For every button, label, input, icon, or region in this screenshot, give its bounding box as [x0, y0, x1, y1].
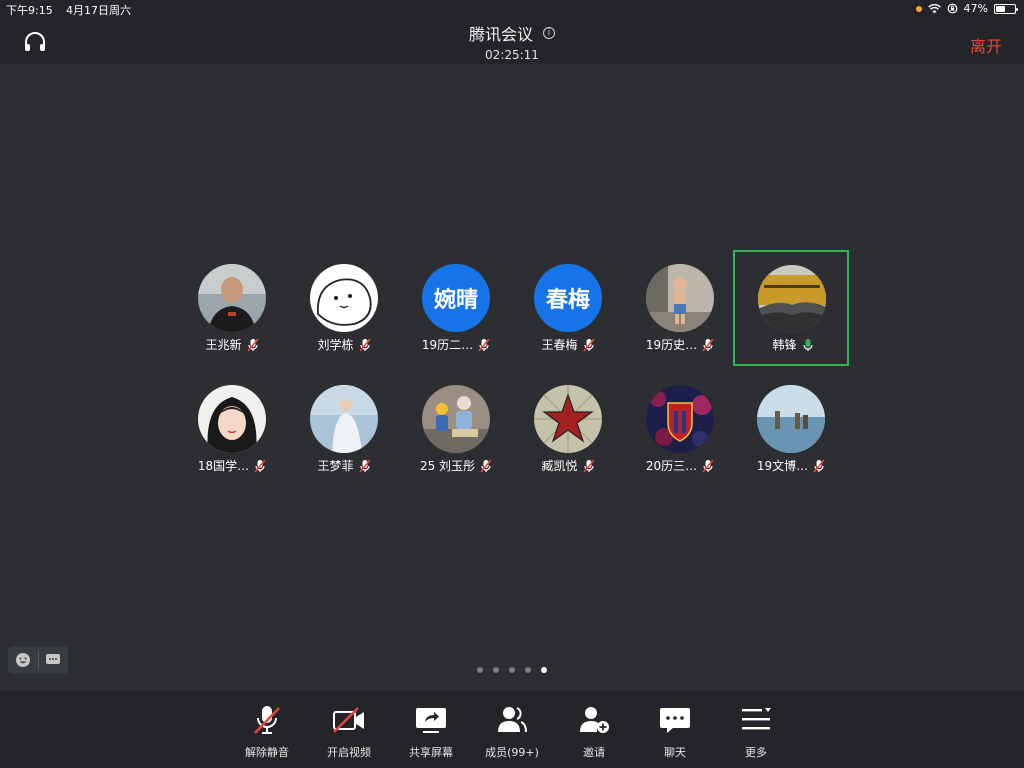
participant-nameline: 王梦菲 — [286, 457, 402, 474]
participant-name: 王春梅 — [541, 338, 578, 352]
participant-tile[interactable]: 刘学栋 — [286, 250, 402, 366]
start-video-label: 开启视频 — [327, 746, 371, 759]
participant-name: 臧凯悦 — [541, 459, 578, 473]
camera-off-icon — [333, 707, 364, 733]
participant-tile-active-speaker[interactable]: 韩锋 — [733, 250, 849, 366]
participant-nameline: 19文博… — [733, 457, 849, 474]
participant-name: 韩锋 — [772, 338, 797, 352]
participant-avatar-text: 婉晴 — [422, 264, 490, 332]
participant-tile[interactable]: 20历三… — [622, 371, 738, 487]
participant-name: 20历三… — [645, 459, 698, 473]
invite-button[interactable]: 邀请 — [554, 704, 634, 760]
participant-avatar — [310, 385, 378, 453]
mic-muted-icon — [478, 337, 490, 352]
participant-tile[interactable]: 19文博… — [733, 371, 849, 487]
mic-off-icon — [254, 706, 280, 734]
mic-muted-icon — [702, 458, 714, 473]
members-label: 成员(99+) — [485, 746, 539, 759]
participant-nameline: 韩锋 — [735, 336, 851, 353]
meeting-app: 下午9:15 4月17日周六 47% 腾讯会议 i 02:25:11 离开 王兆… — [0, 0, 1024, 768]
participant-name: 刘学栋 — [317, 338, 354, 352]
participant-tile[interactable]: 婉晴 19历二… — [398, 250, 514, 366]
participant-grid: 王兆新 刘学栋 婉晴 19历二… 春梅 王春梅 19历史… 韩锋 18国学… 王… — [0, 0, 1024, 690]
page-indicator — [0, 667, 1024, 673]
mic-muted-icon — [582, 337, 595, 352]
participant-nameline: 臧凯悦 — [510, 457, 626, 474]
mic-muted-icon — [582, 458, 595, 473]
participant-avatar — [198, 385, 266, 453]
share-screen-button[interactable]: 共享屏幕 — [391, 704, 471, 760]
participant-tile[interactable]: 25 刘玉彤 — [398, 371, 514, 487]
more-button[interactable]: 更多 — [716, 704, 796, 760]
unmute-label: 解除静音 — [245, 746, 289, 759]
chat-bubble-icon — [46, 654, 61, 664]
participant-nameline: 19历史… — [622, 336, 738, 353]
page-dot[interactable] — [509, 667, 515, 673]
bottom-toolbar: 解除静音 开启视频 共享屏幕 成员(99+) 邀请 聊天 更多 — [0, 690, 1024, 768]
participant-nameline: 刘学栋 — [286, 336, 402, 353]
chat-icon — [660, 708, 690, 733]
members-button[interactable]: 成员(99+) — [472, 704, 552, 760]
page-dot-current[interactable] — [541, 667, 547, 673]
chat-button[interactable]: 聊天 — [635, 704, 715, 760]
members-icon — [498, 707, 527, 733]
mic-muted-icon — [702, 337, 714, 352]
participant-avatar — [646, 385, 714, 453]
mic-muted-icon — [358, 337, 371, 352]
participant-name: 19历史… — [645, 338, 698, 352]
participant-tile[interactable]: 19历史… — [622, 250, 738, 366]
participant-avatar-text: 春梅 — [534, 264, 602, 332]
participant-avatar — [310, 264, 378, 332]
participant-name: 19历二… — [421, 338, 474, 352]
chat-label: 聊天 — [664, 746, 686, 759]
participant-nameline: 20历三… — [622, 457, 738, 474]
page-dot[interactable] — [493, 667, 499, 673]
participant-avatar — [758, 265, 826, 333]
participant-avatar — [534, 385, 602, 453]
participant-nameline: 25 刘玉彤 — [398, 457, 514, 474]
mic-muted-icon — [246, 337, 259, 352]
participant-avatar — [757, 385, 825, 453]
mic-muted-icon — [254, 458, 266, 473]
emoji-icon — [15, 653, 30, 667]
participant-nameline: 王兆新 — [174, 336, 290, 353]
participant-tile[interactable]: 王兆新 — [174, 250, 290, 366]
participant-name: 19文博… — [756, 459, 809, 473]
participant-avatar — [646, 264, 714, 332]
share-screen-icon — [416, 708, 446, 733]
participant-name: 王梦菲 — [317, 459, 354, 473]
add-user-icon — [580, 707, 609, 733]
participant-avatar — [198, 264, 266, 332]
more-label: 更多 — [745, 746, 767, 759]
participant-name: 王兆新 — [205, 338, 242, 352]
mic-active-icon — [802, 338, 813, 351]
participant-avatar — [422, 385, 490, 453]
participant-nameline: 18国学… — [174, 457, 290, 474]
mic-muted-icon — [813, 458, 825, 473]
participant-tile[interactable]: 春梅 王春梅 — [510, 250, 626, 366]
mic-muted-icon — [480, 458, 492, 473]
participant-tile[interactable]: 王梦菲 — [286, 371, 402, 487]
page-dot[interactable] — [525, 667, 531, 673]
more-menu-icon — [742, 708, 771, 730]
participant-name: 18国学… — [197, 459, 250, 473]
participant-tile[interactable]: 臧凯悦 — [510, 371, 626, 487]
share-screen-label: 共享屏幕 — [409, 746, 453, 759]
participant-nameline: 19历二… — [398, 336, 514, 353]
unmute-button[interactable]: 解除静音 — [227, 704, 307, 760]
start-video-button[interactable]: 开启视频 — [309, 704, 389, 760]
invite-label: 邀请 — [583, 746, 605, 759]
mic-muted-icon — [358, 458, 371, 473]
participant-tile[interactable]: 18国学… — [174, 371, 290, 487]
participant-nameline: 王春梅 — [510, 336, 626, 353]
participant-name: 25 刘玉彤 — [419, 459, 476, 473]
page-dot[interactable] — [477, 667, 483, 673]
